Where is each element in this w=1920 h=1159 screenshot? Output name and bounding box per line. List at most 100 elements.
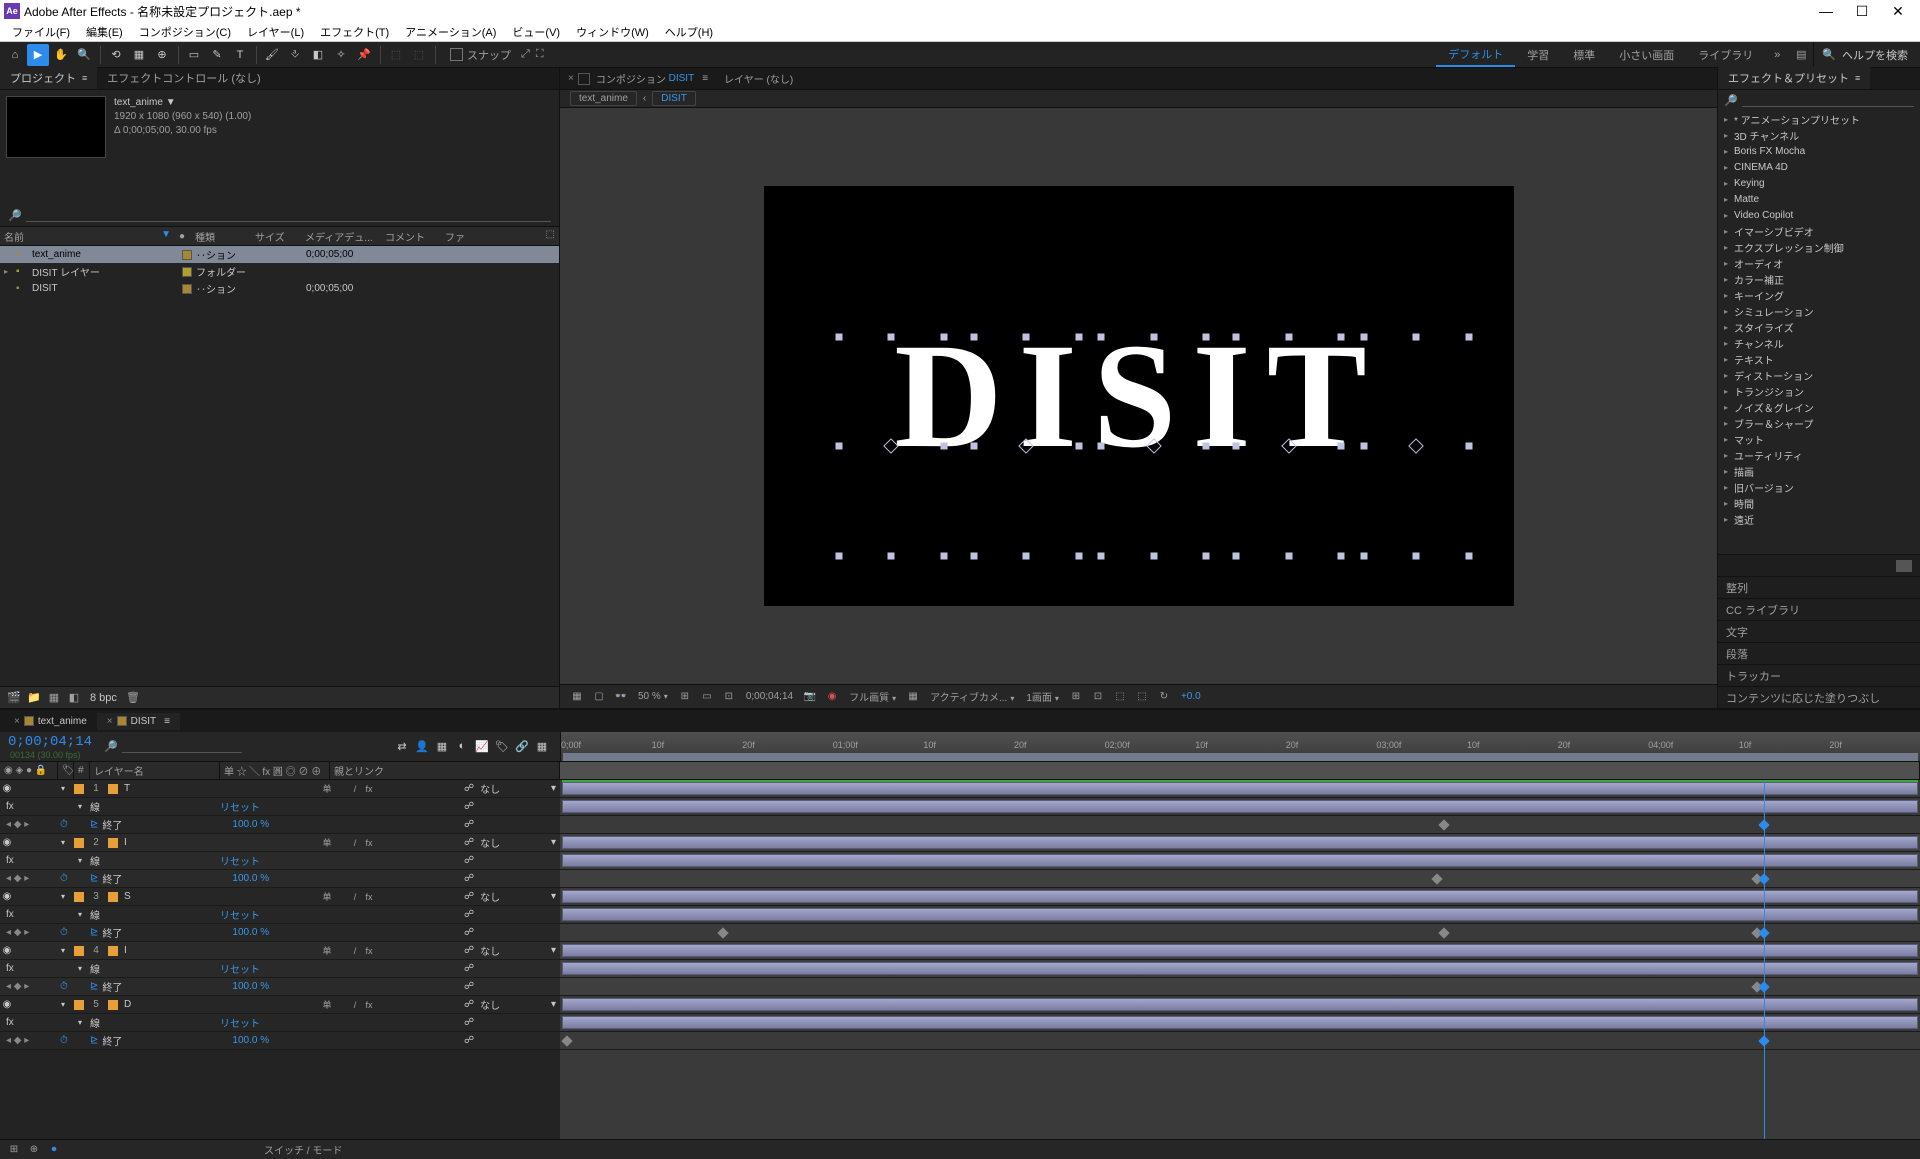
selection-handle[interactable] [1233, 552, 1240, 559]
interpret-icon[interactable]: 🎬 [4, 691, 24, 704]
selection-handle[interactable] [1360, 443, 1367, 450]
viewer-timecode[interactable]: 0;00;04;14 [740, 691, 799, 702]
effect-category[interactable]: ▸遠近 [1718, 511, 1920, 527]
camera-tool-icon[interactable]: ▦ [128, 44, 150, 66]
work-area[interactable] [563, 753, 1918, 761]
selection-handle[interactable] [1150, 334, 1157, 341]
selection-handle[interactable] [1098, 334, 1105, 341]
track-row[interactable] [560, 960, 1920, 978]
keyframe[interactable] [1438, 927, 1449, 938]
effects-search[interactable]: 🔎 [1718, 90, 1920, 111]
roto-tool-icon[interactable]: ✧ [330, 44, 352, 66]
layer-row[interactable]: ◉ ▾ 1 T 单/fx ☍なし▾ [0, 780, 560, 798]
snap-checkbox-icon[interactable] [450, 48, 463, 61]
effect-category[interactable]: ▸CINEMA 4D [1718, 159, 1920, 175]
effect-category[interactable]: ▸イマーシブビデオ [1718, 223, 1920, 239]
col-size[interactable]: サイズ [251, 229, 301, 244]
eraser-tool-icon[interactable]: ◧ [307, 44, 329, 66]
col-tag[interactable]: ● [175, 231, 191, 242]
snap-toggle[interactable]: スナップ ⤢ ⛶ [450, 47, 544, 63]
menu-編集(E)[interactable]: 編集(E) [78, 22, 131, 41]
frame-blend-icon[interactable]: ▦ [432, 740, 452, 753]
effect-category[interactable]: ▸カラー補正 [1718, 271, 1920, 287]
selection-handle[interactable] [940, 334, 947, 341]
panel-add-icon[interactable] [1896, 560, 1912, 572]
selection-handle[interactable] [1233, 443, 1240, 450]
camera-dropdown[interactable]: アクティブカメ... [924, 689, 1020, 704]
maximize-icon[interactable]: ☐ [1844, 0, 1880, 22]
selection-handle[interactable] [1075, 334, 1082, 341]
clone-tool-icon[interactable]: ⎀ [284, 44, 306, 66]
selection-handle[interactable] [888, 552, 895, 559]
selection-handle[interactable] [1360, 552, 1367, 559]
track-row[interactable] [560, 1032, 1920, 1050]
menu-ファイル(F)[interactable]: ファイル(F) [4, 22, 78, 41]
project-item[interactable]: ▸▪DISIT レイヤーフォルダー [0, 263, 559, 280]
timeline-timecode[interactable]: 0;00;04;14 [8, 734, 92, 750]
effect-category[interactable]: ▸シミュレーション [1718, 303, 1920, 319]
effect-category[interactable]: ▸チャンネル [1718, 335, 1920, 351]
3d-icon[interactable]: ⬚ [1131, 691, 1153, 702]
breadcrumb-current[interactable]: DISIT [652, 91, 696, 106]
track-row[interactable] [560, 1014, 1920, 1032]
col-name[interactable]: 名前 [4, 229, 24, 244]
selection-handle[interactable] [1285, 334, 1292, 341]
effect-category[interactable]: ▸オーディオ [1718, 255, 1920, 271]
effect-category[interactable]: ▸Matte [1718, 191, 1920, 207]
menu-コンポジション(C)[interactable]: コンポジション(C) [131, 22, 239, 41]
property-row[interactable]: fx▾線リセット☍ [0, 798, 560, 816]
pan-behind-tool-icon[interactable]: ⊕ [151, 44, 173, 66]
selection-handle[interactable] [1023, 552, 1030, 559]
menu-ウィンドウ(W)[interactable]: ウィンドウ(W) [568, 22, 657, 41]
effect-category[interactable]: ▸トランジション [1718, 383, 1920, 399]
side-panel-tab[interactable]: 文字 [1718, 620, 1920, 642]
keyframe[interactable] [561, 1035, 572, 1046]
tab-effect-controls[interactable]: エフェクトコントロール (なし) [97, 67, 270, 89]
property-row[interactable]: fx▾線リセット☍ [0, 960, 560, 978]
tab-comp[interactable]: × コンポジション DISIT ≡ [560, 68, 716, 89]
selection-handle[interactable] [1285, 552, 1292, 559]
effect-category[interactable]: ▸* アニメーションプリセット [1718, 111, 1920, 127]
tag-icon[interactable]: 🏷 [492, 740, 512, 753]
selection-handle[interactable] [1465, 443, 1472, 450]
home-icon[interactable]: ⌂ [4, 44, 26, 66]
track-row[interactable] [560, 870, 1920, 888]
layer-row[interactable]: ◉ ▾ 4 I 单/fx ☍なし▾ [0, 942, 560, 960]
effect-category[interactable]: ▸時間 [1718, 495, 1920, 511]
tab-project[interactable]: プロジェクト≡ [0, 67, 97, 89]
comp-canvas[interactable]: DISIT [764, 186, 1514, 606]
playhead[interactable] [1764, 780, 1765, 1139]
track-row[interactable] [560, 942, 1920, 960]
safe-zones-icon[interactable]: ▢ [588, 691, 610, 702]
render-icon[interactable]: ▦ [532, 740, 552, 753]
selection-handle[interactable] [1203, 334, 1210, 341]
selection-handle[interactable] [1098, 443, 1105, 450]
effect-category[interactable]: ▸テキスト [1718, 351, 1920, 367]
track-row[interactable] [560, 834, 1920, 852]
zoom-tool-icon[interactable]: 🔍 [73, 44, 95, 66]
ws-overflow-icon[interactable]: ▤ [1789, 48, 1813, 61]
effect-category[interactable]: ▸ディストーション [1718, 367, 1920, 383]
res-icon[interactable]: ⊞ [674, 691, 696, 702]
effect-category[interactable]: ▸ノイズ＆グレイン [1718, 399, 1920, 415]
menu-アニメーション(A)[interactable]: アニメーション(A) [397, 22, 504, 41]
track-row[interactable] [560, 816, 1920, 834]
timeline-tab-disit[interactable]: × DISIT ≡ [97, 713, 180, 730]
selection-handle[interactable] [1413, 334, 1420, 341]
track-row[interactable] [560, 798, 1920, 816]
property-row[interactable]: ◂ ◆ ▸⏱⊵終了100.0 %☍ [0, 816, 560, 834]
selection-handle[interactable] [1023, 334, 1030, 341]
selection-handle[interactable] [970, 334, 977, 341]
zoom-dropdown[interactable]: 50 % [632, 691, 674, 702]
col-layer-name[interactable]: レイヤー名 [90, 762, 220, 779]
effect-category[interactable]: ▸スタイライズ [1718, 319, 1920, 335]
effect-category[interactable]: ▸3D チャンネル [1718, 127, 1920, 143]
effect-category[interactable]: ▸Boris FX Mocha [1718, 143, 1920, 159]
property-row[interactable]: fx▾線リセット☍ [0, 1014, 560, 1032]
effect-category[interactable]: ▸ユーティリティ [1718, 447, 1920, 463]
brush-tool-icon[interactable]: 🖌 [261, 44, 283, 66]
exposure-reset-icon[interactable]: ↻ [1153, 691, 1175, 702]
close-icon[interactable]: × [107, 716, 113, 727]
channel-icon[interactable]: ◉ [821, 691, 843, 702]
timeline-ruler[interactable]: 0;00f10f20f01;00f10f20f02;00f10f20f03;00… [560, 732, 1920, 761]
